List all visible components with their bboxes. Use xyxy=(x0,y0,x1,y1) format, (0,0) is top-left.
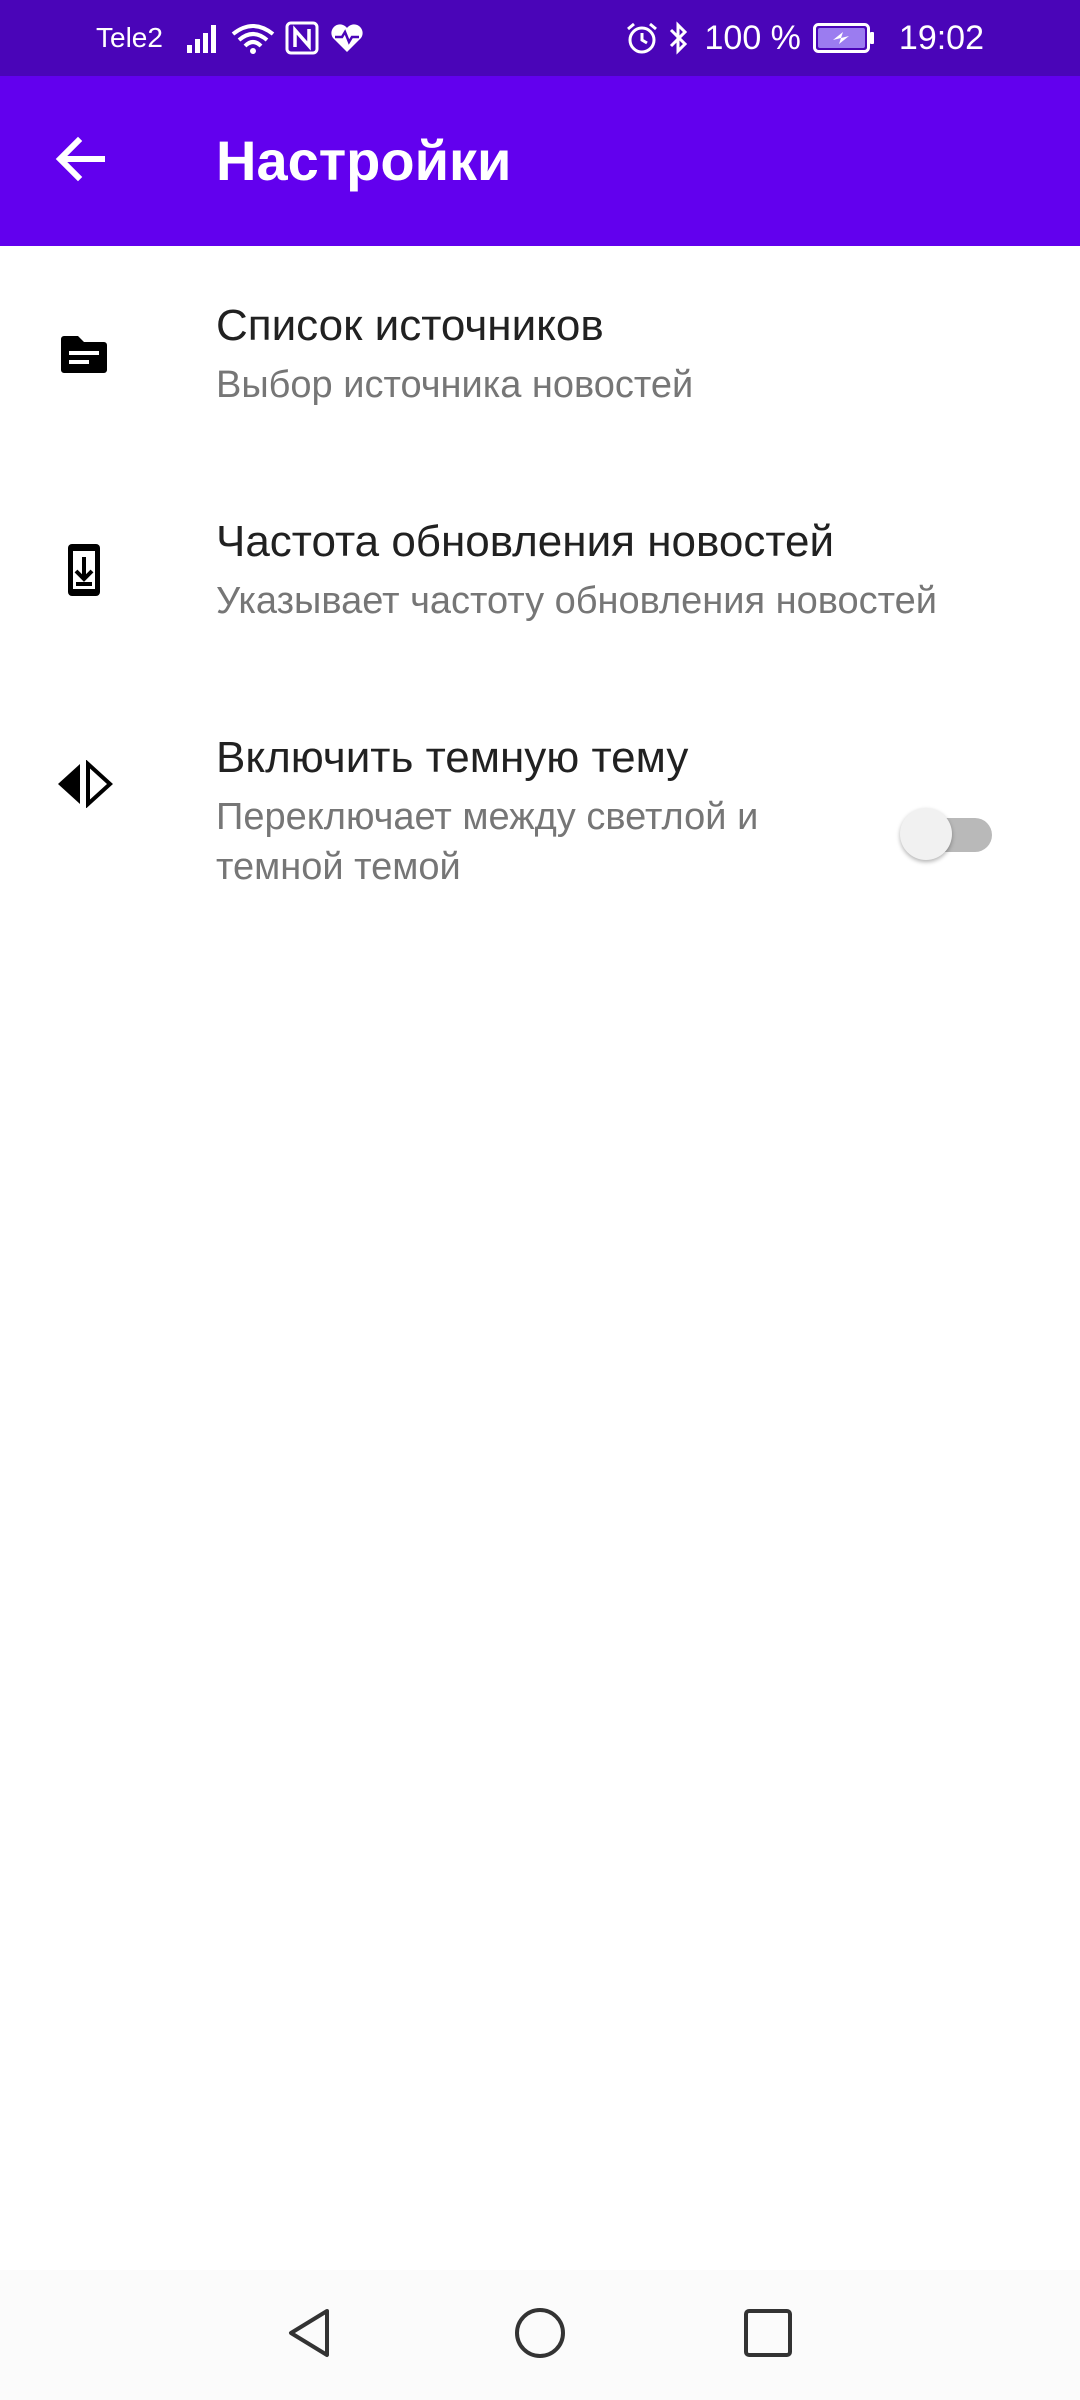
phone-download-icon xyxy=(48,534,120,606)
clock: 19:02 xyxy=(898,18,984,57)
status-right: 100 % 19:02 xyxy=(625,0,984,76)
setting-text: Включить темную тему Переключает между с… xyxy=(216,730,856,892)
wifi-icon xyxy=(231,22,275,54)
bluetooth-icon xyxy=(669,21,689,55)
setting-summary: Выбор источника новостей xyxy=(216,364,694,406)
back-button[interactable] xyxy=(40,121,120,201)
setting-text: Список источников Выбор источника новост… xyxy=(216,298,693,410)
page-title: Настройки xyxy=(216,129,512,192)
carrier-label: Tele2 xyxy=(96,22,163,53)
alarm-icon xyxy=(625,21,659,55)
nav-back-icon xyxy=(283,2305,335,2366)
theme-compare-icon xyxy=(48,748,120,820)
signal-icon xyxy=(186,23,221,53)
source-folder-icon xyxy=(48,318,120,390)
nav-home-icon xyxy=(512,2305,568,2366)
setting-summary: Указывает частоту обновления новостей xyxy=(216,580,937,622)
battery-percent: 100 % xyxy=(704,18,801,57)
setting-dark-theme[interactable]: Включить темную тему Переключает между с… xyxy=(0,678,1080,918)
nav-recents-icon xyxy=(742,2307,794,2364)
nav-home-button[interactable] xyxy=(495,2290,585,2380)
switch-thumb xyxy=(900,808,952,860)
navigation-bar xyxy=(0,2270,1080,2400)
settings-screen: Tele2 100 % 19:02 Настройки Список источ… xyxy=(0,0,1080,2400)
dark-theme-switch[interactable] xyxy=(900,802,1000,862)
arrow-back-icon xyxy=(54,133,106,190)
status-bar: Tele2 100 % 19:02 xyxy=(0,0,1080,76)
setting-title: Список источников xyxy=(216,301,604,350)
setting-source-list[interactable]: Список источников Выбор источника новост… xyxy=(0,246,1080,462)
setting-summary: Переключает между светлой и темной темой xyxy=(216,796,759,888)
nav-recents-button[interactable] xyxy=(723,2290,813,2380)
setting-title: Частота обновления новостей xyxy=(216,517,835,566)
setting-update-frequency[interactable]: Частота обновления новостей Указывает ча… xyxy=(0,462,1080,678)
setting-title: Включить темную тему xyxy=(216,733,689,782)
nfc-icon xyxy=(285,21,319,55)
health-icon xyxy=(329,22,365,54)
settings-list: Список источников Выбор источника новост… xyxy=(0,246,1080,918)
nav-back-button[interactable] xyxy=(264,2290,354,2380)
app-bar: Настройки xyxy=(0,76,1080,246)
status-left: Tele2 xyxy=(96,0,375,76)
battery-charging-icon xyxy=(812,23,875,53)
setting-text: Частота обновления новостей Указывает ча… xyxy=(216,514,937,626)
